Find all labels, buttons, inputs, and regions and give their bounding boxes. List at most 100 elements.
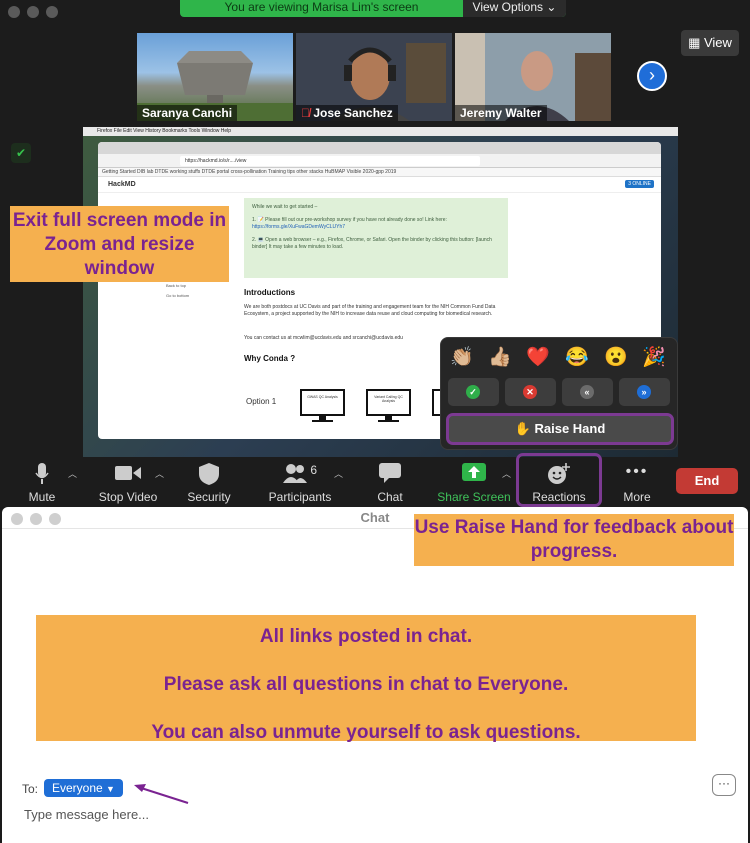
notice-intro: While we wait to get started –: [252, 204, 318, 210]
security-shield-icon: [185, 459, 233, 485]
pre-start-notice: While we wait to get started – 1. 📝 Plea…: [244, 198, 508, 278]
introductions-heading: Introductions: [244, 288, 296, 297]
participants-options-caret-icon[interactable]: ︿: [334, 467, 343, 480]
fast-forward-icon: »: [637, 385, 651, 399]
security-button[interactable]: Security: [185, 459, 233, 505]
minimize-window-button[interactable]: [27, 6, 39, 18]
recipient-dropdown[interactable]: Everyone ▼: [44, 779, 123, 797]
chat-note-line: You can also unmute yourself to ask ques…: [151, 722, 581, 743]
sidebar-back-to-top: Back to top: [166, 283, 187, 288]
online-badge: 3 ONLINE: [625, 180, 654, 188]
participant-tile[interactable]: 🎙̸ Jose Sanchez: [296, 33, 452, 121]
view-options-button[interactable]: View Options ⌄: [463, 0, 566, 17]
more-dots-icon: •••: [625, 463, 649, 480]
participant-tile[interactable]: Jeremy Walter: [455, 33, 611, 121]
zoom-window-button[interactable]: [46, 6, 58, 18]
raise-hand-note: Use Raise Hand for feedback about progre…: [414, 514, 734, 566]
participant-name-row: 🎙̸ Jose Sanchez: [296, 105, 398, 121]
participants-icon: 6: [266, 459, 334, 485]
hackmd-logo: HackMD: [108, 181, 136, 188]
laughing-emoji-button[interactable]: 😂: [564, 345, 590, 371]
sidebar-go-to-bottom: Go to bottom: [166, 293, 190, 298]
mac-menu-bar: Firefox File Edit View History Bookmarks…: [83, 127, 678, 136]
viewing-banner: You are viewing Marisa Lim's screen View…: [180, 0, 566, 17]
participant-name: Saranya Canchi: [137, 105, 238, 121]
view-button-label: View: [703, 35, 732, 50]
participant-tile[interactable]: Saranya Canchi: [137, 33, 293, 121]
share-options-caret-icon[interactable]: ︿: [502, 467, 511, 480]
check-icon: ✓: [466, 385, 480, 399]
chat-button[interactable]: Chat: [372, 459, 408, 505]
muted-microphone-icon: 🎙̸: [301, 106, 310, 120]
x-icon: ✕: [523, 385, 537, 399]
stop-video-label: Stop Video: [98, 490, 158, 504]
mute-options-caret-icon[interactable]: ︿: [68, 467, 77, 480]
yes-button[interactable]: ✓: [448, 378, 499, 406]
monitor-label: GWAS QC Analysis: [300, 389, 345, 416]
reactions-popup: 👏🏼 👍🏼 ❤️ 😂 😮 🎉 ✓ ✕ « » ✋ Raise Hand: [440, 337, 678, 450]
chat-instructions-note: All links posted in chat. Please ask all…: [36, 615, 696, 743]
no-button[interactable]: ✕: [505, 378, 556, 406]
participant-name: Jose Sanchez: [313, 106, 393, 120]
party-emoji-button[interactable]: 🎉: [641, 345, 667, 371]
heart-emoji-button[interactable]: ❤️: [525, 345, 551, 371]
survey-link: https://forms.gle/XuFwaGDemWyCLUYh7: [252, 224, 346, 230]
chat-bubble-icon: [372, 459, 408, 485]
microphone-icon: [22, 459, 62, 485]
speed-up-button[interactable]: »: [619, 378, 670, 406]
security-label: Security: [187, 490, 231, 504]
chevron-down-icon: ⌄: [546, 0, 557, 14]
surprised-emoji-button[interactable]: 😮: [603, 345, 629, 371]
video-options-caret-icon[interactable]: ︿: [155, 467, 164, 480]
monitor-diagram: Variant Calling QC Analysis: [366, 389, 411, 422]
dropdown-caret-icon: ▼: [106, 784, 115, 794]
rewind-icon: «: [580, 385, 594, 399]
hackmd-toolbar: HackMD 3 ONLINE: [98, 177, 661, 193]
chat-window: Chat Use Raise Hand for feedback about p…: [2, 507, 748, 843]
next-page-arrow-icon[interactable]: ›: [637, 61, 667, 91]
chat-label: Chat: [377, 490, 403, 504]
view-button[interactable]: ▦ View: [681, 30, 739, 56]
participants-button[interactable]: 6 Participants: [266, 459, 334, 505]
option-1-label: Option 1: [246, 397, 277, 406]
monitor-label: Variant Calling QC Analysis: [366, 389, 411, 416]
pointer-arrow: [134, 784, 189, 804]
chat-note-line: Please ask all questions in chat to Ever…: [163, 674, 569, 695]
reactions-highlight: [516, 453, 602, 507]
share-screen-button[interactable]: Share Screen: [436, 459, 512, 505]
end-meeting-button[interactable]: End: [676, 468, 738, 494]
to-label: To:: [22, 782, 39, 796]
more-button[interactable]: ••• More: [619, 459, 655, 505]
raise-hand-button[interactable]: ✋ Raise Hand: [446, 413, 674, 445]
slow-down-button[interactable]: «: [562, 378, 613, 406]
view-options-label: View Options: [472, 0, 544, 14]
chat-note-line: All links posted in chat.: [259, 626, 473, 647]
close-window-button[interactable]: [8, 6, 20, 18]
participant-count: 6: [310, 463, 318, 477]
more-label: More: [623, 490, 651, 504]
share-screen-label: Share Screen: [437, 490, 511, 504]
thumbs-up-emoji-button[interactable]: 👍🏼: [487, 345, 513, 371]
exit-full-screen-note: Exit full screen mode in Zoom and resize…: [10, 206, 229, 282]
encryption-shield-icon[interactable]: ✔: [11, 143, 31, 163]
clap-emoji-button[interactable]: 👏🏼: [449, 345, 475, 371]
monitor-diagram: GWAS QC Analysis: [300, 389, 345, 422]
introductions-text: We are both postdocs at UC Davis and par…: [244, 304, 496, 317]
browser-url-bar: https://hackmd.io/s/r..../view: [180, 156, 480, 166]
chat-more-icon[interactable]: ···: [712, 774, 736, 796]
participants-label: Participants: [268, 490, 332, 504]
notice-step-1: 1. 📝 Please fill out our pre-workshop su…: [252, 217, 447, 223]
participant-name: Jeremy Walter: [455, 105, 547, 121]
recipient-value: Everyone: [52, 781, 103, 795]
viewing-banner-text: You are viewing Marisa Lim's screen: [224, 0, 419, 14]
grid-icon: ▦: [688, 35, 701, 50]
mute-button[interactable]: Mute: [22, 459, 62, 505]
bookmarks-bar: Getting Started DIB lab DTDE working stu…: [98, 168, 661, 177]
mute-label: Mute: [28, 490, 56, 504]
browser-tabs: [98, 142, 661, 154]
chat-message-input[interactable]: Type message here...: [24, 807, 149, 822]
why-conda-heading: Why Conda ?: [244, 354, 296, 363]
notice-step-2: 2. 💻 Open a web browser – e.g., Firefox,…: [252, 237, 492, 250]
share-screen-icon: [436, 459, 512, 485]
stop-video-button[interactable]: Stop Video: [95, 459, 161, 505]
